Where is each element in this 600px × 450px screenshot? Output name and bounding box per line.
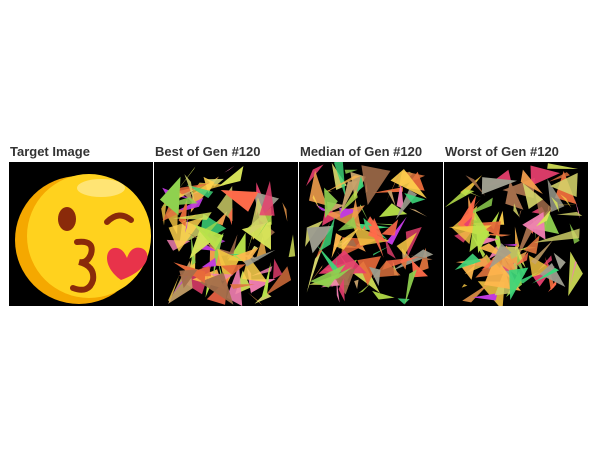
worst-gen-image	[444, 162, 588, 306]
target-emoji-image	[9, 162, 153, 306]
target-image-title: Target Image	[10, 144, 90, 159]
worst-gen-panel: Worst of Gen #120	[444, 143, 589, 306]
median-gen-title: Median of Gen #120	[300, 144, 423, 159]
best-gen-title: Best of Gen #120	[155, 144, 261, 159]
median-gen-panel: Median of Gen #120	[299, 143, 444, 306]
emoji-highlight	[77, 179, 125, 197]
best-gen-panel: Best of Gen #120	[154, 143, 299, 306]
target-image-panel: Target Image	[9, 143, 154, 306]
best-gen-image	[154, 162, 298, 306]
median-gen-image	[299, 162, 443, 306]
worst-gen-title: Worst of Gen #120	[445, 144, 559, 159]
emoji-left-eye	[58, 207, 76, 231]
